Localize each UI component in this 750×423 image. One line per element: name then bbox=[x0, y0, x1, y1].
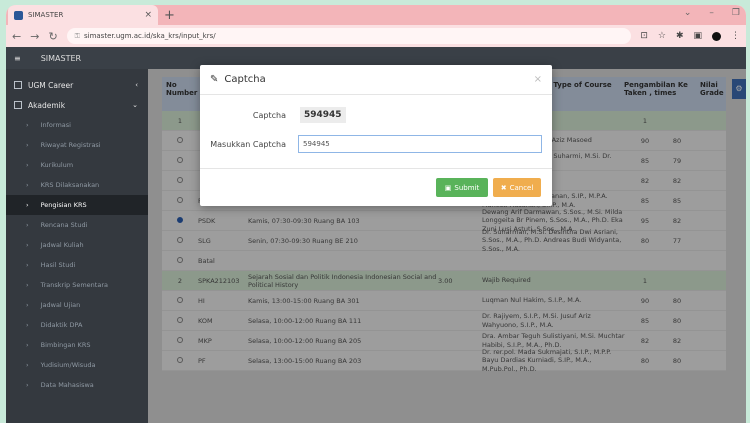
sidebar-item-ugm-career[interactable]: UGM Career ‹ bbox=[6, 75, 148, 95]
site-info-icon[interactable]: ⚿ bbox=[75, 32, 80, 41]
tab-close-icon[interactable]: × bbox=[144, 10, 152, 20]
url-text: simaster.ugm.ac.id/ska_krs/input_krs/ bbox=[83, 32, 216, 40]
sidebar-item-label: Data Mahasiswa bbox=[40, 381, 94, 389]
forward-icon[interactable]: → bbox=[30, 30, 39, 43]
sidebar-item-label: Riwayat Registrasi bbox=[40, 141, 101, 149]
sidebar-item-kurikulum[interactable]: Kurikulum bbox=[6, 155, 148, 175]
address-bar: ← → ↻ ⚿ simaster.ugm.ac.id/ska_krs/input… bbox=[6, 25, 746, 47]
sidebar-item-jadwal-kuliah[interactable]: Jadwal Kuliah bbox=[6, 235, 148, 255]
sidebar-item-krs-dilaksanakan[interactable]: KRS Dilaksanakan bbox=[6, 175, 148, 195]
sidebar-item-jadwal-ujian[interactable]: Jadwal Ujian bbox=[6, 295, 148, 315]
captcha-display-row: Captcha 594945 bbox=[200, 107, 346, 123]
sidebar-item-label: Yudisium/Wisuda bbox=[40, 361, 96, 369]
sidebar-item-hasil-studi[interactable]: Hasil Studi bbox=[6, 255, 148, 275]
sidebar-item-didaktik-dpa[interactable]: Didaktik DPA bbox=[6, 315, 148, 335]
captcha-input-label: Masukkan Captcha bbox=[210, 139, 286, 149]
pencil-icon: ✎ bbox=[210, 74, 219, 85]
browser-tab[interactable]: SIMASTER × bbox=[8, 5, 158, 25]
sidebar: UGM Career ‹ Akademik ⌄ Informasi Riwayat … bbox=[6, 69, 148, 423]
sidebar-item-label: UGM Career bbox=[28, 80, 74, 90]
sidebar-item-akademik[interactable]: Akademik ⌄ bbox=[6, 95, 148, 115]
install-app-icon[interactable]: ⊡ bbox=[640, 31, 648, 41]
hamburger-menu-icon[interactable]: ≡ bbox=[14, 54, 21, 63]
submit-button[interactable]: ▣ Submit bbox=[436, 178, 488, 197]
save-icon: ▣ bbox=[444, 183, 452, 192]
window-controls: ⌄ – ❐ bbox=[684, 8, 740, 18]
sidebar-item-rencana-studi[interactable]: Rencana Studi bbox=[6, 215, 148, 235]
reload-icon[interactable]: ↻ bbox=[48, 30, 57, 43]
sidebar-item-informasi[interactable]: Informasi bbox=[6, 115, 148, 135]
modal-title: Captcha bbox=[224, 74, 266, 85]
chevron-down-icon: ⌄ bbox=[132, 101, 138, 109]
sidebar-item-label: Jadwal Ujian bbox=[40, 301, 81, 309]
sidebar-item-label: Transkrip Sementara bbox=[40, 281, 108, 289]
sidebar-item-yudisium-wisuda[interactable]: Yudisium/Wisuda bbox=[6, 355, 148, 375]
extensions-icon[interactable]: ✱ bbox=[676, 31, 684, 41]
book-icon bbox=[14, 101, 22, 109]
tab-title: SIMASTER bbox=[28, 11, 64, 19]
cancel-button-label: Cancel bbox=[509, 183, 534, 192]
captcha-label: Captcha bbox=[252, 110, 286, 120]
monitor-icon bbox=[14, 81, 22, 89]
new-tab-button[interactable]: + bbox=[164, 8, 175, 23]
toolbar-right: ⊡ ☆ ✱ ▣ ⋮ bbox=[640, 31, 740, 41]
maximize-icon[interactable]: ❐ bbox=[732, 8, 740, 18]
submit-button-label: Submit bbox=[454, 183, 480, 192]
sidebar-item-label: Rencana Studi bbox=[40, 221, 88, 229]
tab-search-icon[interactable]: ⌄ bbox=[684, 8, 692, 18]
modal-header: ✎ Captcha bbox=[200, 65, 552, 95]
profile-avatar[interactable] bbox=[712, 31, 721, 41]
app-title: SIMASTER bbox=[40, 53, 82, 63]
side-panel-icon[interactable]: ▣ bbox=[693, 31, 702, 41]
sidebar-item-transkrip-sementara[interactable]: Transkrip Sementara bbox=[6, 275, 148, 295]
captcha-input[interactable] bbox=[298, 135, 542, 153]
sidebar-item-label: Akademik bbox=[28, 100, 66, 110]
sidebar-item-label: Jadwal Kuliah bbox=[40, 241, 84, 249]
bookmark-star-icon[interactable]: ☆ bbox=[658, 31, 666, 41]
close-icon: ✖ bbox=[500, 183, 507, 192]
sidebar-item-label: Didaktik DPA bbox=[40, 321, 83, 329]
captcha-code: 594945 bbox=[300, 107, 346, 123]
url-field[interactable]: ⚿ simaster.ugm.ac.id/ska_krs/input_krs/ bbox=[66, 28, 632, 44]
back-icon[interactable]: ← bbox=[12, 30, 21, 43]
chevron-left-icon: ‹ bbox=[135, 81, 138, 89]
simaster-favicon-icon bbox=[14, 10, 23, 20]
sidebar-item-label: Pengisian KRS bbox=[40, 201, 87, 209]
sidebar-item-label: KRS Dilaksanakan bbox=[40, 181, 100, 189]
captcha-modal: ✎ Captcha × Captcha 594945 Masukkan Capt… bbox=[200, 65, 552, 206]
sidebar-item-label: Hasil Studi bbox=[40, 261, 76, 269]
modal-close-button[interactable]: × bbox=[534, 74, 542, 85]
sidebar-item-riwayat-registrasi[interactable]: Riwayat Registrasi bbox=[6, 135, 148, 155]
cancel-button[interactable]: ✖ Cancel bbox=[493, 178, 541, 197]
captcha-input-row: Masukkan Captcha bbox=[200, 135, 542, 153]
sidebar-item-data-mahasiswa[interactable]: Data Mahasiswa bbox=[6, 375, 148, 395]
modal-footer: ▣ Submit ✖ Cancel bbox=[200, 168, 552, 206]
minimize-icon[interactable]: – bbox=[709, 8, 714, 18]
sidebar-item-pengisian-krs[interactable]: Pengisian KRS bbox=[6, 195, 148, 215]
sidebar-item-bimbingan-krs[interactable]: Bimbingan KRS bbox=[6, 335, 148, 355]
sidebar-item-label: Bimbingan KRS bbox=[40, 341, 91, 349]
sidebar-item-label: Kurikulum bbox=[40, 161, 74, 169]
tab-bar: SIMASTER × + ⌄ – ❐ bbox=[6, 5, 746, 25]
sidebar-item-label: Informasi bbox=[40, 121, 71, 129]
browser-menu-icon[interactable]: ⋮ bbox=[731, 31, 740, 41]
